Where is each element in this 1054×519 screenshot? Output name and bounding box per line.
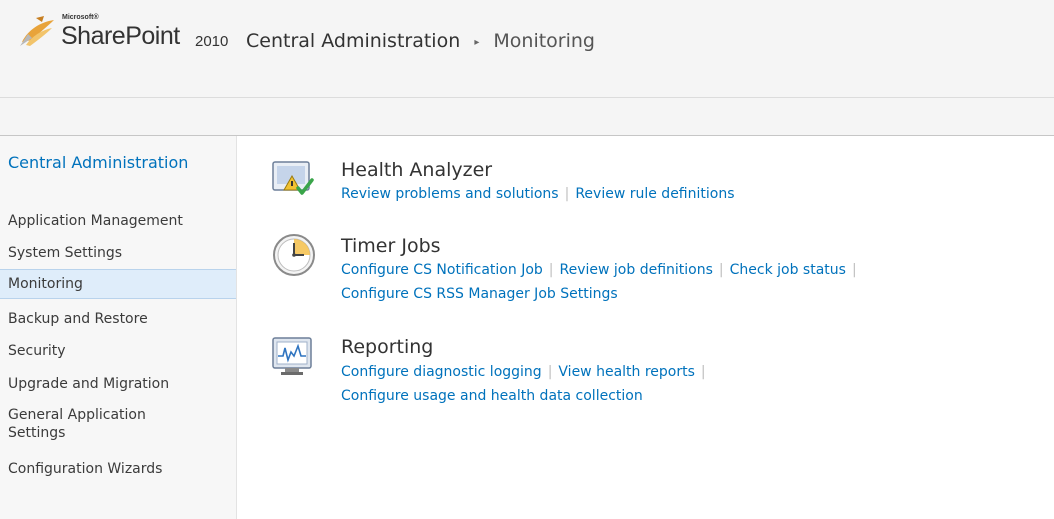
timer-jobs-links-row-2: Configure CS RSS Manager Job Settings bbox=[341, 286, 618, 302]
nav-header-central-administration[interactable]: Central Administration bbox=[8, 152, 228, 173]
link-separator: | bbox=[564, 186, 570, 202]
nav-item-general-application-settings[interactable]: General Application Settings bbox=[0, 401, 200, 447]
check-job-status-link[interactable]: Check job status bbox=[730, 262, 846, 278]
health-analyzer-links: Review problems and solutions | Review rul… bbox=[341, 186, 735, 202]
review-problems-link[interactable]: Review problems and solutions bbox=[341, 186, 559, 202]
configure-cs-notification-job-link[interactable]: Configure CS Notification Job bbox=[341, 262, 543, 278]
clock-icon bbox=[273, 234, 315, 276]
configure-usage-and-health-data-collection-link[interactable]: Configure usage and health data collecti… bbox=[341, 388, 643, 404]
link-separator: | bbox=[547, 364, 553, 380]
view-health-reports-link[interactable]: View health reports bbox=[558, 364, 695, 380]
nav-item-system-settings[interactable]: System Settings bbox=[0, 238, 236, 268]
section-title-timer-jobs: Timer Jobs bbox=[341, 235, 441, 257]
review-rule-definitions-link[interactable]: Review rule definitions bbox=[575, 186, 734, 202]
sharepoint-logo-icon bbox=[20, 16, 54, 46]
configure-cs-rss-manager-link[interactable]: Configure CS RSS Manager Job Settings bbox=[341, 286, 618, 302]
nav-item-application-management[interactable]: Application Management bbox=[0, 206, 236, 236]
product-name: SharePoint bbox=[61, 22, 180, 50]
nav-item-backup-and-restore[interactable]: Backup and Restore bbox=[0, 304, 236, 334]
breadcrumb-current: Monitoring bbox=[493, 30, 595, 52]
health-analyzer-icon bbox=[272, 161, 314, 195]
microsoft-label: Microsoft® bbox=[62, 14, 99, 21]
nav-item-monitoring[interactable]: Monitoring bbox=[0, 269, 236, 299]
ribbon-bar bbox=[0, 98, 1054, 136]
site-header: Microsoft® SharePoint 2010 Central Admin… bbox=[0, 0, 1054, 98]
product-version: 2010 bbox=[195, 33, 229, 50]
link-separator: | bbox=[718, 262, 724, 278]
link-separator: | bbox=[700, 364, 706, 380]
breadcrumb-root-link[interactable]: Central Administration bbox=[246, 30, 460, 52]
reporting-links-row-2: Configure usage and health data collecti… bbox=[341, 388, 643, 404]
quick-launch-nav: Central Administration Application Manag… bbox=[0, 136, 237, 519]
link-separator: | bbox=[851, 262, 857, 278]
timer-jobs-links-row-1: Configure CS Notification Job | Review job… bbox=[341, 262, 863, 278]
monitor-chart-icon bbox=[272, 337, 312, 375]
breadcrumb: Central Administration ▸ Monitoring bbox=[246, 30, 595, 52]
nav-item-configuration-wizards[interactable]: Configuration Wizards bbox=[0, 454, 236, 484]
breadcrumb-separator-icon: ▸ bbox=[474, 37, 480, 48]
configure-diagnostic-logging-link[interactable]: Configure diagnostic logging bbox=[341, 364, 542, 380]
nav-item-upgrade-and-migration[interactable]: Upgrade and Migration bbox=[0, 369, 236, 399]
reporting-links-row-1: Configure diagnostic logging | View health… bbox=[341, 364, 712, 380]
review-job-definitions-link[interactable]: Review job definitions bbox=[560, 262, 713, 278]
nav-item-security[interactable]: Security bbox=[0, 336, 236, 366]
section-title-reporting: Reporting bbox=[341, 336, 434, 358]
link-separator: | bbox=[548, 262, 554, 278]
section-title-health-analyzer: Health Analyzer bbox=[341, 159, 493, 181]
